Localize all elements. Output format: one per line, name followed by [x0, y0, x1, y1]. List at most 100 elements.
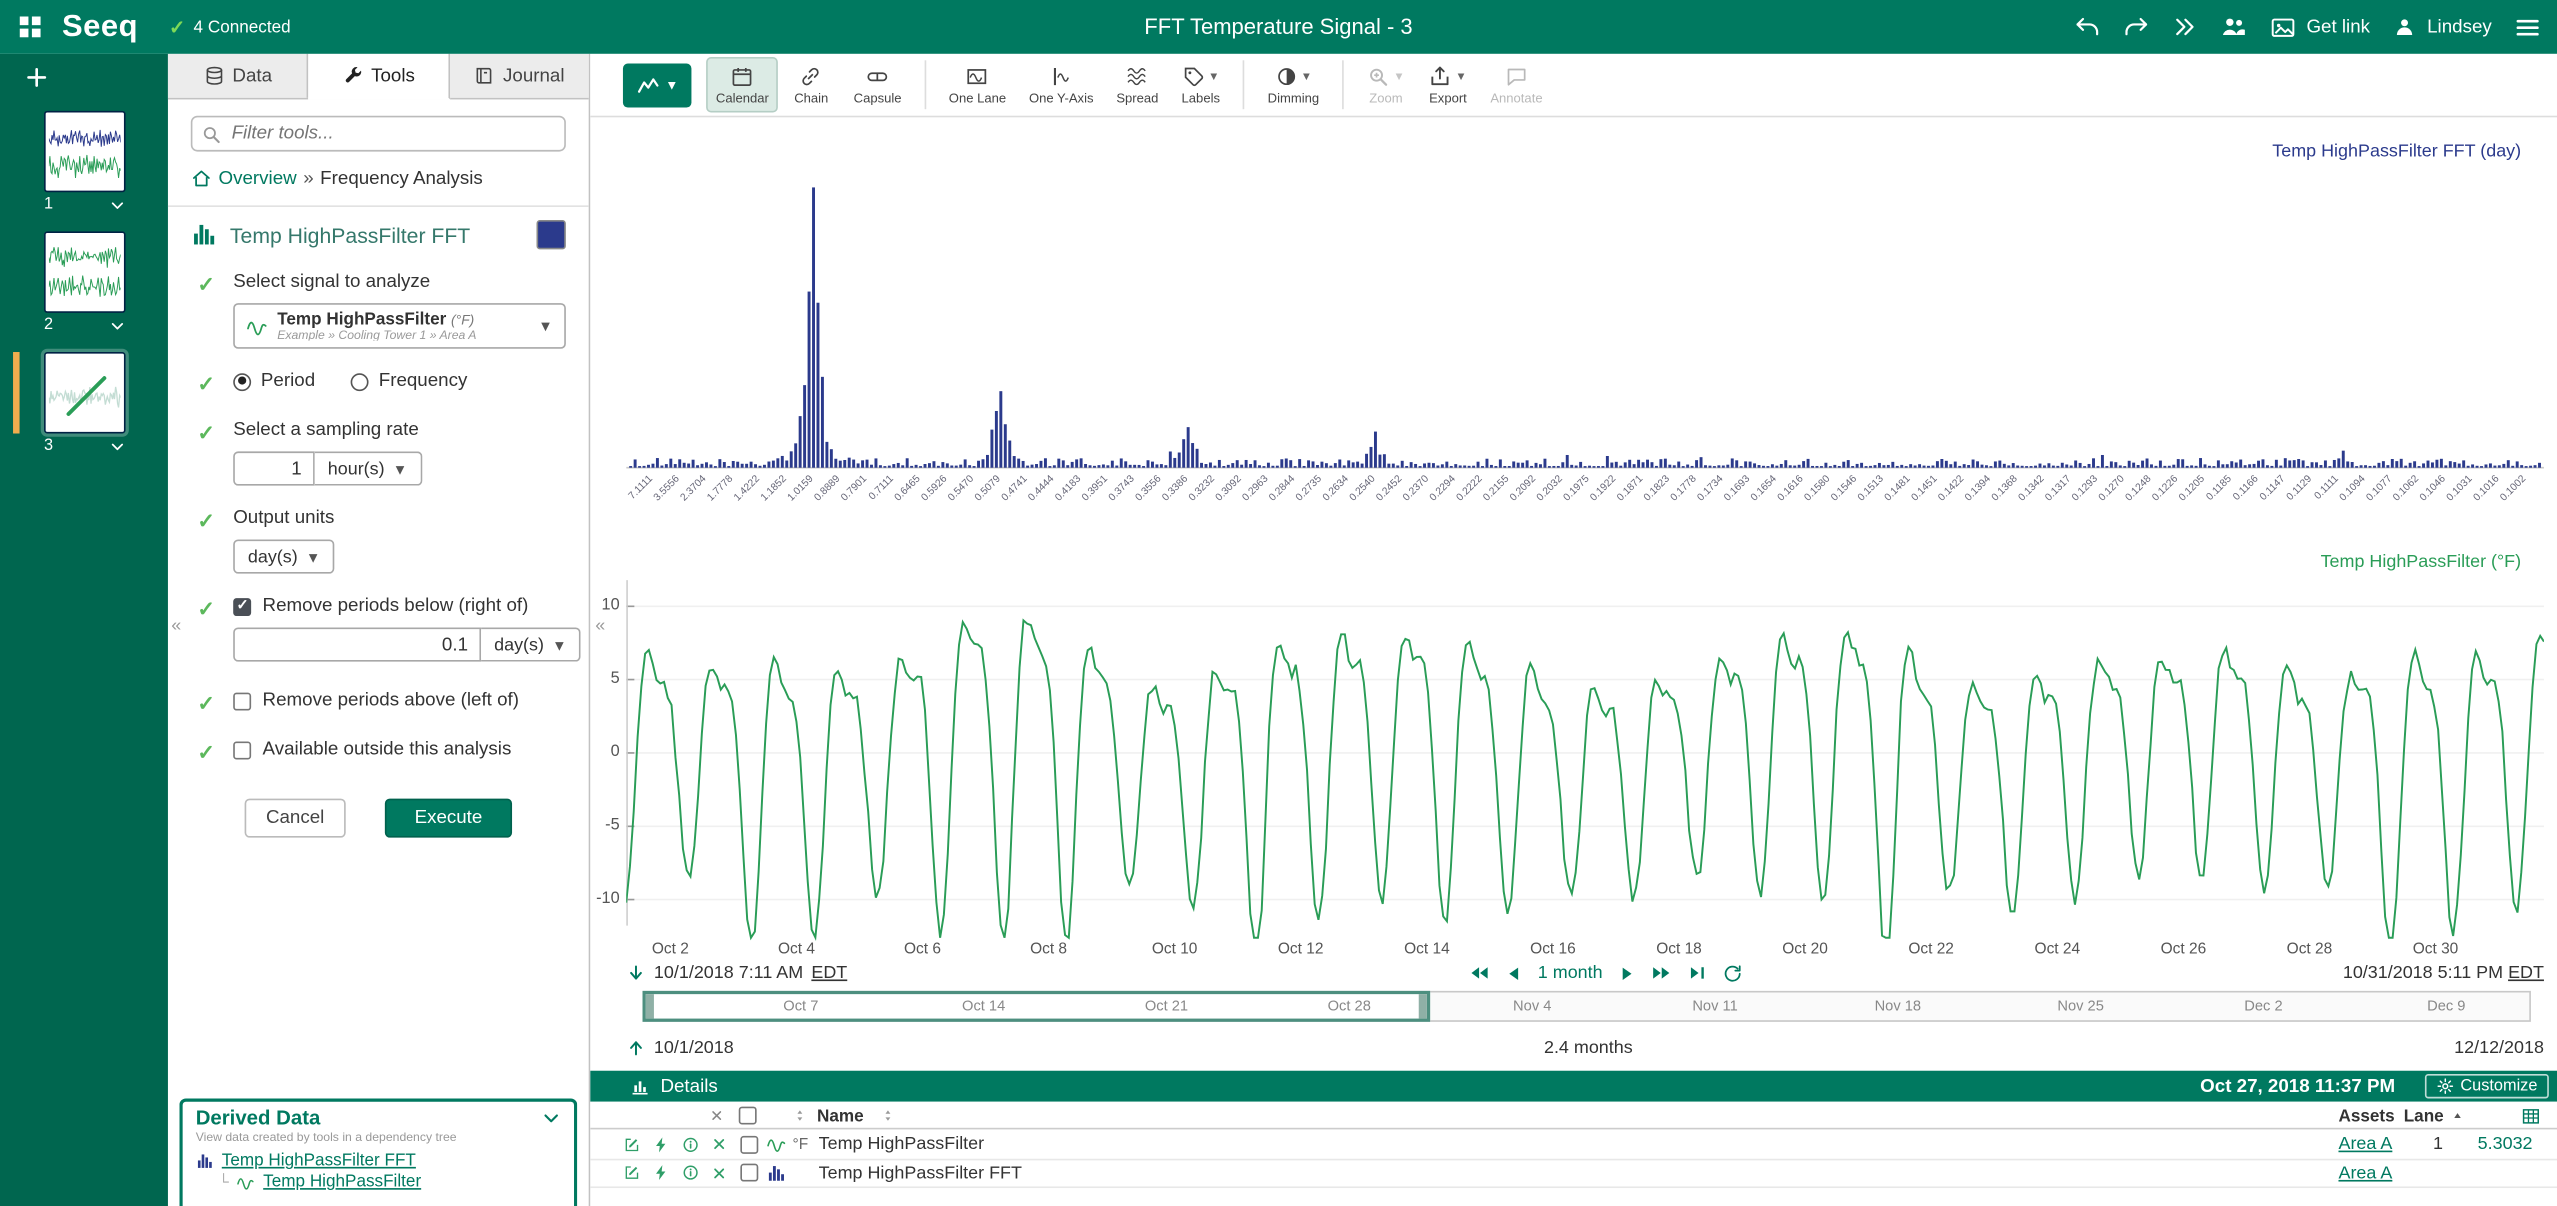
forward-share-icon[interactable] [2173, 15, 2197, 39]
sampling-unit-dropdown[interactable]: hour(s)▼ [315, 451, 422, 485]
full-range-span[interactable]: 2.4 months [1544, 1038, 1633, 1058]
range-end-timezone[interactable]: EDT [2508, 963, 2544, 983]
toolbar-export[interactable]: ▼Export [1419, 57, 1478, 112]
color-swatch-button[interactable] [537, 220, 566, 249]
get-link-button[interactable]: Get link [2306, 17, 2370, 37]
toolbar-one-lane[interactable]: One Lane [939, 57, 1016, 112]
full-range-start[interactable]: 10/1/2018 [654, 1038, 734, 1058]
collapse-sidebar-handle[interactable]: « [171, 616, 181, 636]
remove-icon[interactable] [711, 1131, 727, 1158]
breadcrumb-overview[interactable]: Overview [219, 169, 297, 189]
info-icon[interactable] [682, 1131, 700, 1158]
remove-above-checkbox[interactable] [233, 692, 251, 710]
range-duration[interactable]: 1 month [1538, 963, 1603, 983]
selection-right-handle[interactable] [1419, 994, 1427, 1018]
bolt-icon[interactable] [652, 1160, 670, 1187]
toolbar-spread[interactable]: Spread [1107, 57, 1169, 112]
remove-below-input[interactable] [233, 627, 481, 661]
column-name[interactable]: Name [817, 1102, 864, 1130]
customize-button[interactable]: Customize [2425, 1074, 2549, 1098]
user-icon[interactable] [2393, 15, 2417, 39]
step-forward-icon[interactable] [1616, 962, 1637, 983]
worksheet-1[interactable]: 1 [44, 111, 126, 214]
skip-to-end-icon[interactable] [1686, 962, 1709, 985]
remove-below-checkbox[interactable] [233, 597, 251, 615]
range-end[interactable]: 10/31/2018 5:11 PM [2343, 963, 2503, 983]
seeq-logo[interactable]: Seeq [62, 9, 138, 45]
cancel-button[interactable]: Cancel [245, 799, 346, 838]
tab-data[interactable]: Data [168, 54, 309, 98]
undo-icon[interactable] [2075, 14, 2101, 40]
workbook-title[interactable]: FFT Temperature Signal - 3 [1144, 15, 1412, 39]
sort-ascending-icon[interactable] [2451, 1109, 2464, 1122]
derived-data-item[interactable]: └Temp HighPassFilter [196, 1172, 561, 1192]
tab-tools[interactable]: Tools [309, 54, 450, 100]
output-units-dropdown[interactable]: day(s)▼ [233, 539, 335, 573]
get-link-icon[interactable] [2271, 14, 2297, 40]
redo-icon[interactable] [2124, 14, 2150, 40]
chevron-down-icon[interactable] [541, 1108, 561, 1128]
row-asset-link[interactable]: Area A [2338, 1160, 2392, 1187]
row-name[interactable]: Temp HighPassFilter [819, 1131, 984, 1158]
step-forward-half-icon[interactable] [1650, 962, 1673, 985]
derived-data-item[interactable]: Temp HighPassFilter FFT [196, 1151, 561, 1171]
info-icon[interactable] [682, 1160, 700, 1187]
step-back-half-icon[interactable] [1468, 962, 1491, 985]
execute-button[interactable]: Execute [385, 799, 512, 838]
fft-chart[interactable]: 07.11113.55562.37041.77781.42221.18521.0… [626, 130, 2544, 537]
row-asset-link[interactable]: Area A [2338, 1131, 2392, 1158]
toolbar-dimming[interactable]: ▼Dimming [1258, 57, 1329, 112]
chevron-down-icon[interactable] [109, 317, 125, 333]
users-icon[interactable] [2220, 13, 2248, 41]
table-row[interactable]: Temp HighPassFilter FFTArea A [590, 1160, 2557, 1189]
radio-period[interactable]: Period [233, 372, 315, 392]
filter-tools-input[interactable] [191, 116, 566, 152]
row-checkbox[interactable] [740, 1136, 758, 1154]
chevron-down-icon[interactable] [109, 438, 125, 454]
table-row[interactable]: °FTemp HighPassFilterArea A15.3032 [590, 1131, 2557, 1160]
refresh-icon[interactable] [1722, 962, 1743, 983]
chevron-down-icon[interactable] [109, 196, 125, 212]
select-all-checkbox[interactable] [739, 1107, 757, 1125]
worksheet-thumbnail[interactable] [44, 231, 126, 312]
table-grid-icon[interactable] [2521, 1106, 2541, 1126]
selection-left-handle[interactable] [646, 994, 654, 1018]
remove-below-checkbox-row[interactable]: Remove periods below (right of) [233, 596, 581, 616]
home-icon[interactable] [191, 168, 212, 189]
bolt-icon[interactable] [652, 1131, 670, 1158]
timeline-scrubber[interactable]: Oct 7Oct 14Oct 21Oct 28Nov 4Nov 11Nov 18… [643, 991, 2531, 1022]
tab-journal[interactable]: Journal [450, 54, 589, 98]
worksheet-thumbnail[interactable] [44, 352, 126, 433]
toolbar-labels[interactable]: ▼Labels [1171, 57, 1230, 112]
toolbar-capsule[interactable]: Capsule [844, 57, 911, 112]
remove-below-unit-dropdown[interactable]: day(s)▼ [481, 627, 581, 661]
collapse-tools-handle[interactable]: « [595, 616, 605, 636]
toolbar-one-y-axis[interactable]: One Y-Axis [1019, 57, 1103, 112]
remove-icon[interactable] [711, 1160, 727, 1187]
row-checkbox[interactable] [740, 1164, 758, 1182]
sampling-rate-input[interactable] [233, 451, 315, 485]
radio-frequency[interactable]: Frequency [351, 372, 467, 392]
worksheet-2[interactable]: 2 [44, 231, 126, 334]
sort-icon[interactable] [793, 1108, 808, 1123]
view-mode-dropdown[interactable]: ▼ [623, 63, 691, 107]
remove-above-checkbox-row[interactable]: Remove periods above (left of) [233, 691, 566, 711]
timeline-selection[interactable] [643, 991, 1430, 1022]
signal-select-dropdown[interactable]: Temp HighPassFilter (°F) Example » Cooli… [233, 303, 566, 349]
range-start[interactable]: 10/1/2018 7:11 AM [654, 963, 803, 983]
step-back-icon[interactable] [1504, 962, 1525, 983]
worksheet-thumbnail[interactable] [44, 111, 126, 192]
toolbar-calendar[interactable]: Calendar [706, 57, 779, 112]
edit-icon[interactable] [623, 1160, 641, 1187]
column-lane[interactable]: Lane [2404, 1102, 2444, 1130]
hamburger-menu-icon[interactable] [2515, 14, 2541, 40]
available-checkbox-row[interactable]: Available outside this analysis [233, 740, 566, 760]
trend-chart[interactable]: Oct 2Oct 4Oct 6Oct 8Oct 10Oct 12Oct 14Oc… [626, 551, 2544, 967]
toolbar-chain[interactable]: Chain [782, 57, 841, 112]
connection-status[interactable]: ✓ 4 Connected [169, 15, 291, 38]
user-name[interactable]: Lindsey [2427, 17, 2492, 37]
derived-data-link[interactable]: Temp HighPassFilter FFT [222, 1151, 416, 1171]
derived-data-link[interactable]: Temp HighPassFilter [263, 1172, 421, 1192]
column-assets[interactable]: Assets [2338, 1102, 2394, 1130]
full-range-end[interactable]: 12/12/2018 [2454, 1038, 2544, 1058]
